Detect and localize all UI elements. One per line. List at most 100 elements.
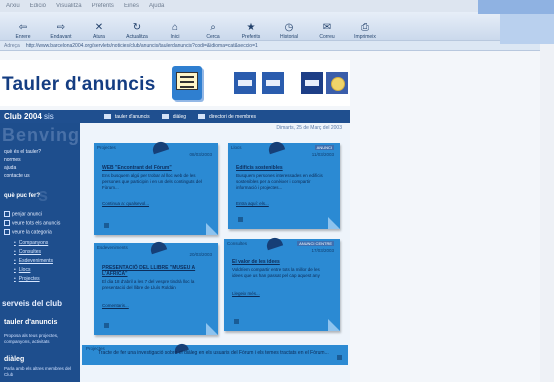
- category-link[interactable]: Projectes: [14, 276, 40, 282]
- mail-icon: ✉: [322, 22, 332, 33]
- club-logo[interactable]: [301, 72, 323, 94]
- nav-tauler-anuncis[interactable]: tauler d'anuncis: [103, 114, 150, 120]
- notice-board-icon: [172, 66, 202, 100]
- sun-logo[interactable]: [326, 72, 348, 94]
- site-title: Tauler d'anuncis: [2, 74, 156, 95]
- menu-item-file[interactable]: Arxiu: [6, 3, 20, 9]
- notice-more-link[interactable]: Continua a: qualsevol...: [102, 201, 149, 206]
- category-link[interactable]: Consultes: [14, 249, 41, 255]
- nav-directori-membres[interactable]: directori de membres: [198, 114, 256, 120]
- mail-button[interactable]: ✉ Correu: [310, 14, 344, 40]
- search-icon: ⌕: [210, 22, 216, 33]
- notice-marker-icon: [234, 319, 239, 324]
- notice-marker-icon: [104, 223, 109, 228]
- notice-badge: ANUNCI: [314, 145, 334, 150]
- category-link[interactable]: Llocs: [14, 267, 31, 273]
- menu-item-help[interactable]: Ajuda: [149, 3, 164, 9]
- notice-card[interactable]: Projectes 08/03/2003 WEB "Encontrant del…: [94, 139, 218, 235]
- menu-item-favorites[interactable]: Preferits: [92, 3, 114, 9]
- address-input[interactable]: http://www.barcelona2004.org/servlets/no…: [26, 43, 258, 49]
- site-header: Tauler d'anuncis: [0, 60, 350, 106]
- notice-badge: ANUNCI CENTRE: [297, 241, 334, 246]
- back-button[interactable]: ⇦ Enrere: [6, 14, 40, 40]
- print-button[interactable]: ⎙ Imprimeix: [348, 14, 382, 40]
- notice-text: Voldríem compartir entre tots la millor …: [232, 267, 320, 278]
- notice-category: Llocs: [231, 145, 242, 150]
- notice-marker-icon: [104, 323, 109, 328]
- stop-icon: ✕: [94, 22, 104, 33]
- menu-item-tools[interactable]: Eines: [124, 3, 139, 9]
- service-board-desc: Proposa als teus projectes, companyons, …: [4, 333, 59, 344]
- service-board-link[interactable]: tauler d'anuncis: [4, 319, 64, 326]
- notice-marker-icon: [337, 355, 342, 360]
- sidebar-action-view-all[interactable]: veure tots els anuncis: [4, 220, 60, 226]
- back-icon: ⇦: [18, 22, 28, 33]
- browser-window: Arxiu Edició Visualitza Preferits Eines …: [0, 0, 540, 382]
- checkbox-icon: [4, 220, 10, 226]
- desktop-background: [500, 14, 554, 44]
- address-label: Adreça: [4, 42, 20, 49]
- notice-card[interactable]: Llocs ANUNCI 11/03/2003 Edificis sosteni…: [228, 139, 340, 229]
- notice-title[interactable]: El valor de les idees: [232, 259, 280, 265]
- menu-item-view[interactable]: Visualitza: [56, 3, 82, 9]
- menu-item-edit[interactable]: Edició: [30, 3, 46, 9]
- notice-date: 08/03/2003: [189, 152, 212, 157]
- sidebar-link-what[interactable]: què és el tauler?: [4, 149, 41, 155]
- pin-icon: [150, 139, 170, 155]
- notice-card[interactable]: Esdeveniments 20/03/2003 PRESENTACIÓ DEL…: [94, 239, 218, 335]
- home-button[interactable]: ⌂ Inici: [158, 14, 192, 40]
- notice-card-wide[interactable]: Projectes Tracte de fer una investigació…: [82, 342, 348, 365]
- notice-more-link[interactable]: Comentaris...: [102, 303, 129, 308]
- notice-date: 11/03/2003: [311, 152, 334, 157]
- page-curl: [206, 323, 218, 335]
- notice-date: 17/03/2003: [311, 248, 334, 253]
- sidebar-action-post[interactable]: penjar anunci: [4, 211, 42, 217]
- history-button[interactable]: ◷ Historial: [272, 14, 306, 40]
- forward-button[interactable]: ⇨ Endavant: [44, 14, 78, 40]
- club-label: Club 2004 sis: [4, 112, 54, 121]
- notice-text: El dia 18 d'abril a les 7 del vespre tin…: [102, 279, 195, 290]
- notice-text: Busquem persones interessades en edifici…: [236, 173, 323, 190]
- notice-title[interactable]: Edificis sostenibles: [236, 165, 283, 171]
- main-content: Dimarts, 25 de Març del 2003 Projectes 0…: [80, 123, 350, 382]
- pin-icon: [148, 239, 168, 255]
- checkbox-icon: [4, 211, 10, 217]
- history-icon: ◷: [284, 22, 294, 33]
- site-navbar: Club 2004 sis tauler d'anuncis diàleg di…: [0, 110, 350, 123]
- notice-card[interactable]: Consultes ANUNCI CENTRE 17/03/2003 El va…: [224, 235, 340, 331]
- sidebar: Benvingut s què és el tauler? normes aju…: [0, 123, 98, 382]
- pin-icon: [264, 235, 284, 251]
- partner-logo-1[interactable]: [234, 72, 256, 94]
- sidebar-link-contact[interactable]: contacte us: [4, 173, 30, 179]
- stop-button[interactable]: ✕ Atura: [82, 14, 116, 40]
- service-dialog-link[interactable]: diàleg: [4, 356, 24, 363]
- notice-more-link[interactable]: Entra aquí: els...: [236, 201, 269, 206]
- favorites-button[interactable]: ★ Preferits: [234, 14, 268, 40]
- service-dialog-desc: Parla amb els altres membres del Club: [4, 366, 72, 377]
- page-curl: [206, 223, 218, 235]
- sidebar-link-rules[interactable]: normes: [4, 157, 21, 163]
- address-bar: Adreça http://www.barcelona2004.org/serv…: [0, 40, 540, 51]
- sidebar-link-help[interactable]: ajuda: [4, 165, 16, 171]
- notice-title[interactable]: PRESENTACIÓ DEL LLIBRE "MUSEU A L'ÀFRICA…: [102, 265, 210, 277]
- search-button[interactable]: ⌕ Cerca: [196, 14, 230, 40]
- checkbox-icon: [4, 229, 10, 235]
- notice-text: Ens busquem algú per trobar al lloc web …: [102, 173, 202, 190]
- favorites-icon: ★: [246, 22, 256, 33]
- menu-bar: Arxiu Edició Visualitza Preferits Eines …: [0, 0, 540, 12]
- sidebar-action-category[interactable]: veure la categoria: [4, 229, 52, 235]
- notice-more-link[interactable]: Llegeix més...: [232, 291, 260, 296]
- notice-title[interactable]: WEB "Encontrant del Fòrum": [102, 165, 172, 171]
- page-curl: [328, 319, 340, 331]
- refresh-button[interactable]: ↻ Actualitza: [120, 14, 154, 40]
- services-heading: serveis del club: [2, 299, 63, 308]
- partner-logo-2[interactable]: [262, 72, 284, 94]
- category-link[interactable]: Esdeveniments: [14, 258, 53, 264]
- nav-dialeg[interactable]: diàleg: [161, 114, 186, 120]
- pin-icon: [266, 139, 286, 155]
- dialog-icon: [161, 114, 169, 119]
- notice-category: Esdeveniments: [97, 245, 128, 250]
- forward-icon: ⇨: [56, 22, 66, 33]
- notice-category: Consultes: [227, 241, 248, 246]
- category-link[interactable]: Companyons: [14, 240, 48, 246]
